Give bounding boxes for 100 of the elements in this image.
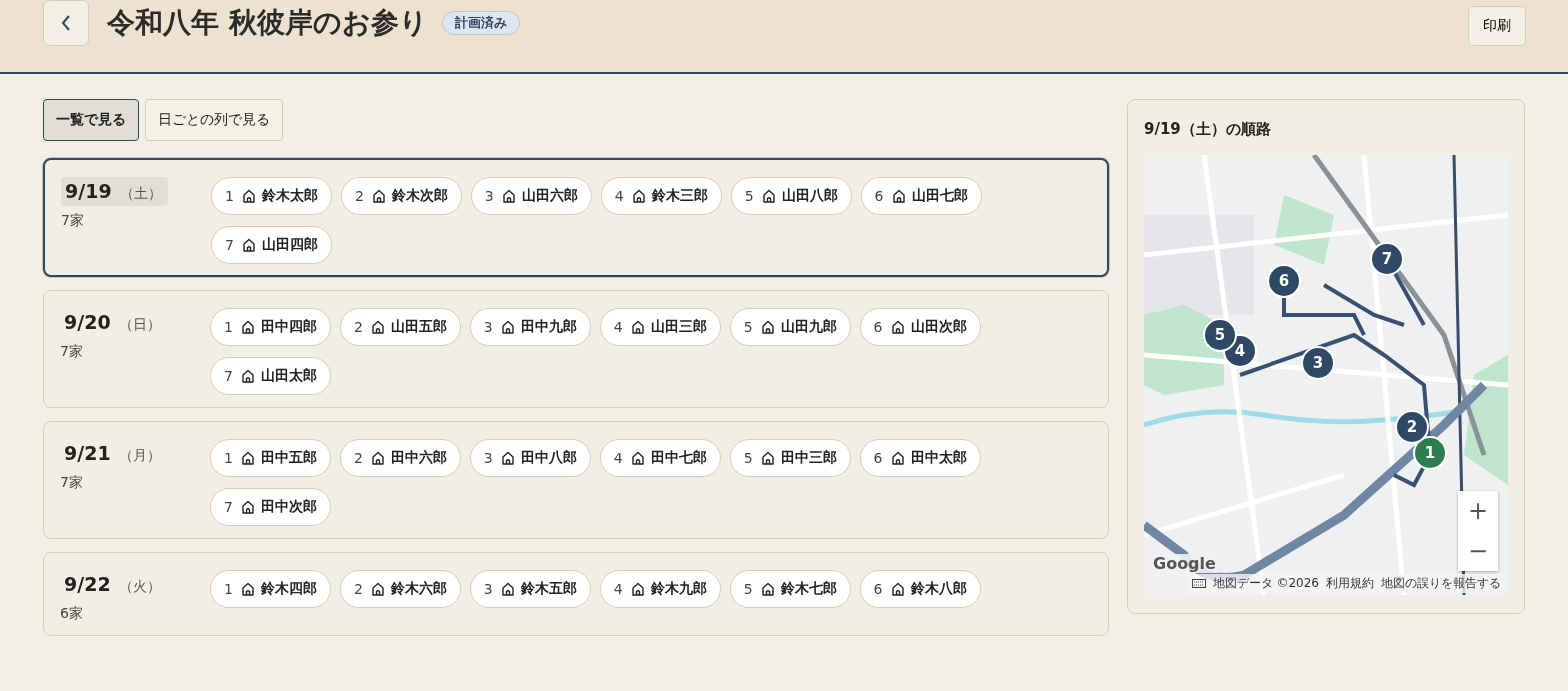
date-text: 9/19 — [65, 180, 112, 202]
visit-chip[interactable]: 5 山田八郎 — [730, 177, 852, 215]
visit-order: 5 — [744, 188, 754, 204]
day-card[interactable]: 9/20 （日） 7家 1 田中四郎 2 山田五郎 3 田中九郎 4 山田三郎 5 山田九郎 6 山田次郎 7 山田太郎 — [43, 290, 1109, 408]
visit-name: 山田三郎 — [650, 318, 707, 336]
visit-order: 2 — [354, 188, 364, 204]
visit-chip[interactable]: 5 鈴木七郎 — [729, 570, 851, 608]
visit-order: 1 — [224, 319, 233, 335]
visit-order: 3 — [483, 581, 493, 597]
house-icon — [500, 320, 515, 334]
visit-order: 6 — [873, 319, 883, 335]
house-icon — [760, 582, 775, 596]
weekday-text: （土） — [119, 185, 162, 203]
back-button[interactable] — [43, 0, 89, 46]
print-button[interactable]: 印刷 — [1468, 6, 1526, 46]
map-attribution-link[interactable]: 地図データ ©2026 — [1212, 575, 1319, 592]
house-icon — [890, 582, 905, 596]
visit-chip[interactable]: 7 田中次郎 — [210, 488, 331, 526]
visit-chip[interactable]: 1 鈴木四郎 — [210, 570, 331, 608]
visit-chip[interactable]: 3 田中九郎 — [469, 308, 591, 346]
visit-name: 田中次郎 — [260, 498, 317, 516]
visit-order: 6 — [874, 188, 884, 204]
visit-name: 山田八郎 — [781, 187, 838, 205]
visit-chip[interactable]: 4 鈴木九郎 — [599, 570, 721, 608]
house-icon — [500, 451, 515, 465]
visit-chip[interactable]: 4 田中七郎 — [599, 439, 721, 477]
visit-chip[interactable]: 1 鈴木太郎 — [211, 177, 332, 215]
visit-order: 1 — [224, 581, 233, 597]
house-icon — [500, 582, 515, 596]
house-icon — [241, 189, 256, 203]
visit-chip[interactable]: 2 鈴木六郎 — [339, 570, 461, 608]
visit-order: 1 — [224, 450, 233, 466]
house-count: 7家 — [61, 212, 85, 230]
page-title: 令和八年 秋彼岸のお参り — [107, 5, 428, 41]
visit-chip[interactable]: 2 鈴木次郎 — [340, 177, 462, 215]
visit-name: 鈴木三郎 — [651, 187, 708, 205]
zoom-out-button[interactable]: − — [1458, 531, 1498, 571]
visit-name: 山田五郎 — [390, 318, 447, 336]
visit-order: 7 — [224, 368, 233, 384]
visit-chip[interactable]: 4 山田三郎 — [599, 308, 721, 346]
house-count: 7家 — [60, 474, 84, 492]
visit-order: 1 — [225, 188, 234, 204]
visit-name: 鈴木九郎 — [650, 580, 707, 598]
visit-order: 3 — [484, 188, 494, 204]
house-icon — [241, 238, 256, 252]
house-icon — [630, 451, 645, 465]
house-icon — [370, 582, 385, 596]
visit-order: 3 — [483, 450, 493, 466]
view-tab[interactable]: 日ごとの列で見る — [145, 99, 283, 141]
visit-name: 田中七郎 — [650, 449, 707, 467]
visit-order: 4 — [613, 581, 623, 597]
visit-chip[interactable]: 7 山田太郎 — [210, 357, 331, 395]
map-attribution-link[interactable]: 利用規約 — [1326, 575, 1374, 592]
keyboard-icon — [1191, 579, 1206, 588]
weekday-text: （月） — [118, 447, 161, 465]
day-card[interactable]: 9/19 （土） 7家 1 鈴木太郎 2 鈴木次郎 3 山田六郎 4 鈴木三郎 5 山田八郎 6 山田七郎 7 山田四郎 — [43, 158, 1109, 277]
view-tab[interactable]: 一覧で見る — [43, 99, 139, 141]
weekday-text: （火） — [118, 578, 161, 596]
visit-chip[interactable]: 5 山田九郎 — [729, 308, 851, 346]
visit-order: 2 — [353, 319, 363, 335]
visit-chip[interactable]: 4 鈴木三郎 — [600, 177, 722, 215]
visit-name: 山田九郎 — [780, 318, 837, 336]
visit-chip[interactable]: 2 田中六郎 — [339, 439, 461, 477]
visit-chip[interactable]: 2 山田五郎 — [339, 308, 461, 346]
day-card[interactable]: 9/21 （月） 7家 1 田中五郎 2 田中六郎 3 田中八郎 4 田中七郎 5 田中三郎 6 田中太郎 7 田中次郎 — [43, 421, 1109, 539]
house-icon — [760, 451, 775, 465]
house-icon — [371, 189, 386, 203]
visit-chip[interactable]: 1 田中四郎 — [210, 308, 331, 346]
zoom-in-button[interactable]: + — [1458, 491, 1498, 531]
house-icon — [890, 320, 905, 334]
visit-name: 田中六郎 — [390, 449, 447, 467]
visit-chip[interactable]: 6 山田七郎 — [860, 177, 982, 215]
visit-chip[interactable]: 5 田中三郎 — [729, 439, 851, 477]
day-card[interactable]: 9/22 （火） 6家 1 鈴木四郎 2 鈴木六郎 3 鈴木五郎 4 鈴木九郎 5 鈴木七郎 6 鈴木八郎 — [43, 552, 1109, 636]
house-icon — [501, 189, 516, 203]
house-icon — [240, 369, 255, 383]
visit-order: 2 — [353, 450, 363, 466]
visit-name: 鈴木六郎 — [390, 580, 447, 598]
house-icon — [370, 451, 385, 465]
house-icon — [890, 451, 905, 465]
visit-chip[interactable]: 6 田中太郎 — [859, 439, 981, 477]
weekday-text: （日） — [118, 316, 161, 334]
visit-chip[interactable]: 3 鈴木五郎 — [469, 570, 591, 608]
visit-chip[interactable]: 1 田中五郎 — [210, 439, 331, 477]
visit-order: 4 — [614, 188, 624, 204]
map-attribution-link[interactable]: 地図の誤りを報告する — [1381, 575, 1501, 592]
date-text: 9/21 — [64, 442, 111, 464]
visit-chip[interactable]: 6 鈴木八郎 — [859, 570, 981, 608]
visit-chip[interactable]: 3 田中八郎 — [469, 439, 591, 477]
visit-name: 山田七郎 — [911, 187, 968, 205]
visit-order: 5 — [743, 450, 753, 466]
visit-chip[interactable]: 3 山田六郎 — [470, 177, 592, 215]
house-icon — [240, 582, 255, 596]
visit-chip[interactable]: 7 山田四郎 — [211, 226, 332, 264]
visit-name: 山田四郎 — [261, 236, 318, 254]
date-text: 9/22 — [64, 573, 111, 595]
visit-order: 4 — [613, 319, 623, 335]
visit-name: 鈴木七郎 — [780, 580, 837, 598]
date-text: 9/20 — [64, 311, 111, 333]
visit-chip[interactable]: 6 山田次郎 — [859, 308, 981, 346]
